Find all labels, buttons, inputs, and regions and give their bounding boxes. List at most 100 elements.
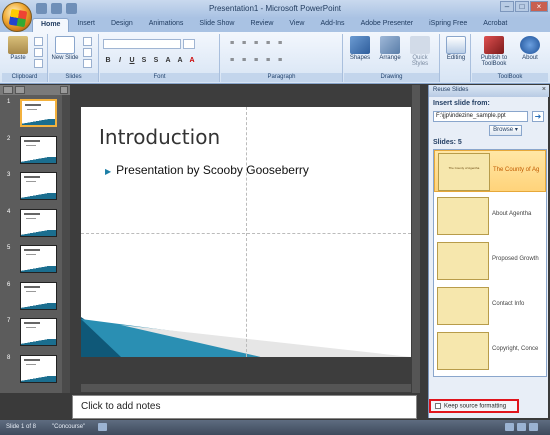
minimize-button[interactable]: –	[500, 1, 514, 12]
slide-thumbnail[interactable]	[20, 318, 57, 346]
align-center-icon[interactable]: ≡	[239, 56, 249, 66]
tab-insert[interactable]: Insert	[69, 18, 103, 32]
keep-source-label: Keep source formatting	[444, 403, 507, 410]
pane-close-icon[interactable]: ×	[542, 86, 546, 93]
shapes-button[interactable]: Shapes	[346, 36, 374, 61]
slide-thumbnail[interactable]	[20, 281, 57, 310]
reuse-slide-name: Proposed Growth	[492, 256, 539, 262]
reuse-slide-item[interactable]: The County of Agentha The County of Ag	[434, 150, 546, 192]
pane-title: Reuse Slides	[433, 87, 469, 93]
columns-icon[interactable]: ≡	[275, 56, 285, 66]
keep-source-formatting[interactable]: Keep source formatting	[429, 399, 519, 413]
thumb-wedge	[21, 339, 56, 345]
group-drawing: Shapes Arrange Quick Styles Drawing	[344, 34, 440, 82]
tab-view[interactable]: View	[281, 18, 312, 32]
thumb-body-line	[26, 254, 36, 255]
slide-thumbnail[interactable]	[20, 135, 57, 164]
slide-title[interactable]: Introduction	[99, 125, 220, 149]
path-input[interactable]: F:\jjp\indezine_sample.ppt	[433, 111, 528, 122]
reuse-slide-item[interactable]: Copyright, Conce	[434, 330, 546, 372]
reuse-slide-name: About Agentha	[492, 211, 532, 217]
about-button[interactable]: About	[516, 36, 544, 61]
spacing-icon[interactable]: A	[163, 56, 173, 66]
slide-thumbnail[interactable]	[20, 172, 57, 200]
reuse-slide-item[interactable]: About Agentha	[434, 195, 546, 237]
decrease-indent-icon[interactable]: ≡	[251, 39, 261, 49]
italic-icon[interactable]: I	[115, 56, 125, 66]
thumbnail-number: 1	[7, 99, 11, 105]
tab-adobe-presenter[interactable]: Adobe Presenter	[353, 18, 422, 32]
editing-button[interactable]: Editing	[442, 36, 470, 61]
tab-animations[interactable]: Animations	[141, 18, 192, 32]
font-name-combo[interactable]	[103, 39, 181, 49]
align-left-icon[interactable]: ≡	[227, 56, 237, 66]
panel-scrollbar[interactable]	[62, 95, 70, 393]
font-color-icon[interactable]: A	[187, 56, 197, 66]
underline-icon[interactable]: U	[127, 56, 137, 66]
tab-review[interactable]: Review	[242, 18, 281, 32]
font-size-combo[interactable]	[183, 39, 195, 49]
spellcheck-icon[interactable]	[98, 423, 107, 431]
reset-icon[interactable]	[83, 48, 92, 57]
tab-add-ins[interactable]: Add-Ins	[312, 18, 352, 32]
numbering-icon[interactable]: ≡	[239, 39, 249, 49]
tab-acrobat[interactable]: Acrobat	[475, 18, 515, 32]
tab-design[interactable]: Design	[103, 18, 141, 32]
paste-button[interactable]: Paste	[4, 36, 32, 61]
shadow-icon[interactable]: S	[151, 56, 161, 66]
justify-icon[interactable]: ≡	[263, 56, 273, 66]
quick-styles-button[interactable]: Quick Styles	[406, 36, 434, 67]
arrange-button[interactable]: Arrange	[376, 36, 404, 61]
slides-tab-icon[interactable]	[3, 86, 13, 94]
change-case-icon[interactable]: A	[175, 56, 185, 66]
slide-thumbnail[interactable]	[20, 354, 57, 383]
group-paragraph: ≡ ≡ ≡ ≡ ≡ ≡ ≡ ≡ ≡ ≡ Paragraph	[221, 34, 343, 82]
thumb-wedge	[21, 193, 56, 199]
bullet-arrow-icon: ▶	[105, 167, 112, 176]
reuse-slide-item[interactable]: Proposed Growth	[434, 240, 546, 282]
maximize-button[interactable]: □	[515, 1, 529, 12]
office-button[interactable]	[2, 2, 32, 32]
slide-thumbnail[interactable]	[20, 208, 57, 237]
notes-pane[interactable]: Click to add notes	[72, 395, 417, 419]
close-button[interactable]: ×	[530, 1, 548, 12]
reuse-slide-name: Copyright, Conce	[492, 346, 539, 352]
theme-name: "Concourse"	[52, 424, 86, 430]
group-label-toolbook: ToolBook	[472, 73, 548, 82]
reuse-slide-item[interactable]: Contact Info	[434, 285, 546, 327]
strikethrough-icon[interactable]: S	[139, 56, 149, 66]
slide-bullet[interactable]: ▶ Presentation by Scooby Gooseberry	[105, 163, 309, 177]
horizontal-scrollbar[interactable]	[81, 384, 411, 392]
normal-view-icon[interactable]	[505, 423, 514, 431]
panel-close-icon[interactable]	[60, 86, 68, 94]
keep-source-checkbox[interactable]	[435, 403, 441, 409]
increase-indent-icon[interactable]: ≡	[263, 39, 273, 49]
slide-thumbnail[interactable]	[20, 245, 57, 273]
publish-toolbook-button[interactable]: Publish to ToolBook	[474, 36, 514, 67]
current-slide[interactable]: Introduction ▶ Presentation by Scooby Goo…	[81, 107, 411, 357]
browse-button[interactable]: Browse ▾	[489, 125, 522, 136]
align-right-icon[interactable]: ≡	[251, 56, 261, 66]
reuse-slide-thumb	[437, 197, 489, 235]
paragraph-row-1: ≡ ≡ ≡ ≡ ≡	[227, 39, 285, 49]
new-slide-button[interactable]: New Slide	[51, 36, 79, 61]
layout-icon[interactable]	[83, 37, 92, 46]
bold-icon[interactable]: B	[103, 56, 113, 66]
vertical-scrollbar[interactable]	[412, 85, 420, 393]
line-spacing-icon[interactable]: ≡	[275, 39, 285, 49]
tab-slide-show[interactable]: Slide Show	[191, 18, 242, 32]
slide-thumbnail[interactable]	[20, 99, 57, 127]
horizontal-guide[interactable]	[81, 233, 411, 234]
copy-icon[interactable]	[34, 48, 43, 57]
vertical-guide[interactable]	[246, 107, 247, 357]
bullets-icon[interactable]: ≡	[227, 39, 237, 49]
sorter-view-icon[interactable]	[517, 423, 526, 431]
format-painter-icon[interactable]	[34, 59, 43, 68]
outline-tab-icon[interactable]	[15, 86, 25, 94]
go-arrow-button[interactable]: ➜	[532, 111, 544, 122]
slideshow-view-icon[interactable]	[529, 423, 538, 431]
tab-home[interactable]: Home	[32, 18, 70, 32]
delete-slide-icon[interactable]	[83, 59, 92, 68]
tab-ispring-free[interactable]: iSpring Free	[421, 18, 475, 32]
cut-icon[interactable]	[34, 37, 43, 46]
